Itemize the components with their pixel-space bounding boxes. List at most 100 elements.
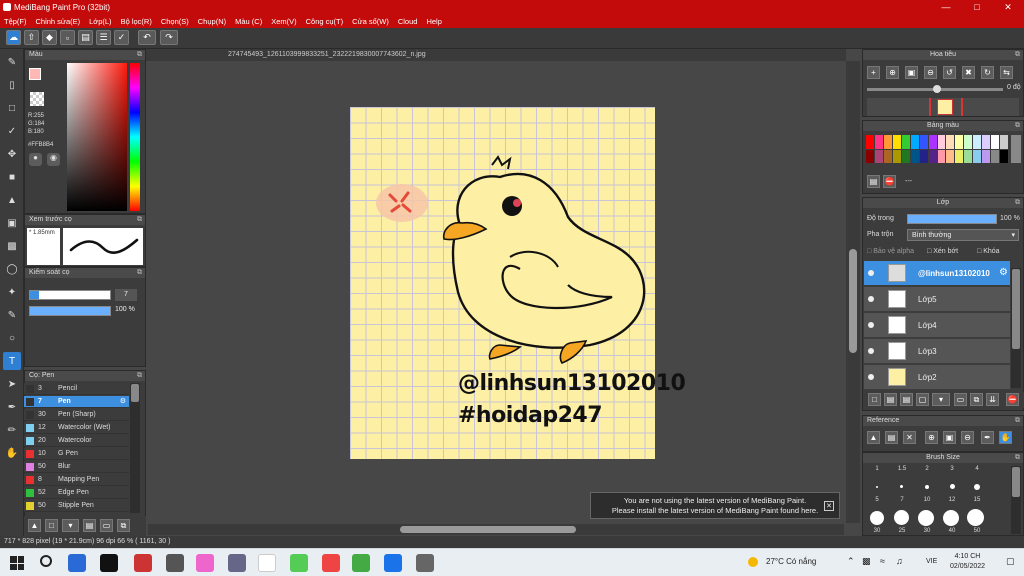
calculator-icon[interactable] (416, 554, 434, 572)
zoom-out-icon[interactable]: ⊖ (961, 431, 974, 444)
gradient-tool-icon[interactable]: ▣ (3, 214, 21, 232)
rotate-left-icon[interactable]: ↺ (943, 66, 956, 79)
popout-icon[interactable]: ⧉ (1015, 121, 1020, 131)
comment-icon[interactable]: ◆ (42, 30, 57, 45)
camera-icon[interactable] (228, 554, 246, 572)
vertical-scrollbar[interactable] (846, 61, 860, 523)
brush-item-pencil[interactable]: 3 Pencil (24, 383, 129, 395)
app-icon[interactable] (166, 554, 184, 572)
layer-row-2[interactable]: Lớp2 (864, 365, 1010, 390)
clipping-checkbox[interactable]: □ Xén bớt (927, 248, 958, 255)
color-picker-icon[interactable]: ◉ (47, 153, 60, 166)
redo-icon[interactable]: ↷ (160, 30, 178, 45)
layer-opacity-slider[interactable] (907, 214, 997, 224)
rotate-right-icon[interactable]: ↻ (981, 66, 994, 79)
menu-view[interactable]: Xem(V) (271, 17, 296, 26)
select-tool-icon[interactable]: ▩ (3, 237, 21, 255)
visibility-icon[interactable] (868, 296, 874, 302)
brush-item-watercolor-wet[interactable]: 12 Watercolor (Wet) (24, 422, 129, 434)
popout-icon[interactable]: ⧉ (1015, 453, 1020, 463)
brush-size-dot[interactable] (870, 511, 884, 525)
brush-size-dot[interactable] (967, 509, 984, 526)
clock[interactable]: 4:10 CH 02/05/2022 (950, 552, 985, 572)
app-icon[interactable] (290, 554, 308, 572)
blend-mode-select[interactable]: Bình thường ▾ (907, 229, 1019, 241)
open-reference-icon[interactable]: ▲ (867, 431, 880, 444)
brush-size-dot[interactable] (876, 486, 878, 488)
brush-size-scrollbar[interactable] (1011, 466, 1021, 534)
eraser-tool-icon[interactable]: ▯ (3, 76, 21, 94)
menu-snap[interactable]: Chụp(N) (198, 17, 226, 26)
brush-list-scrollbar[interactable] (130, 383, 140, 513)
app-icon[interactable] (68, 554, 86, 572)
folder-icon[interactable]: ▭ (100, 519, 113, 532)
pen-tool-icon[interactable]: ✓ (3, 122, 21, 140)
trash-icon[interactable]: ⛔ (883, 175, 896, 188)
drawing-canvas[interactable]: @linhsun13102010 #hoidap247 (350, 107, 686, 459)
snapshot-icon[interactable]: ▤ (885, 431, 898, 444)
brush-item-watercolor[interactable]: 20 Watercolor (24, 435, 129, 447)
fill-shape-icon[interactable]: ■ (3, 168, 21, 186)
menu-window[interactable]: Cửa sổ(W) (352, 17, 389, 26)
brush-size-dot[interactable] (900, 485, 903, 488)
popout-icon[interactable]: ⧉ (137, 268, 142, 278)
brush-menu-icon[interactable]: ▾ (62, 519, 79, 532)
fit-icon[interactable]: ▣ (943, 431, 956, 444)
app-icon[interactable] (196, 554, 214, 572)
lock-checkbox[interactable]: □ Khóa (977, 248, 1000, 255)
brush-item-mapping-pen[interactable]: 8 Mapping Pen (24, 474, 129, 486)
close-reference-icon[interactable]: ✕ (903, 431, 916, 444)
popout-icon[interactable]: ⧉ (1015, 198, 1020, 208)
visibility-icon[interactable] (868, 348, 874, 354)
page-icon[interactable]: ▤ (867, 175, 880, 188)
move-tool-icon[interactable]: ✥ (3, 145, 21, 163)
palette-scrollbar[interactable] (1011, 135, 1021, 163)
check-icon[interactable]: ✓ (114, 30, 129, 45)
new-brush-icon[interactable]: □ (45, 519, 58, 532)
brush-item-blur[interactable]: 50 Blur (24, 461, 129, 473)
protect-alpha-checkbox[interactable]: □ Bảo vệ alpha (867, 248, 914, 255)
palette-swatches[interactable] (866, 135, 1008, 163)
brush-tool-icon[interactable]: ✎ (3, 53, 21, 71)
system-tray-icon[interactable]: ⌃ (847, 556, 855, 567)
palette-icon[interactable]: ● (29, 153, 42, 166)
operation-tool-icon[interactable]: ➤ (3, 375, 21, 393)
layer-type-icon[interactable]: ▢ (916, 393, 929, 406)
document-tab[interactable]: 274745493_1261103999833251_2322219830007… (146, 49, 846, 61)
brush-opacity-slider[interactable] (29, 306, 111, 316)
popout-icon[interactable]: ⧉ (137, 371, 142, 381)
brush-size-value[interactable]: 7 (115, 289, 137, 301)
copy-icon[interactable]: ⧉ (117, 519, 130, 532)
zoom-in-icon[interactable]: ⊕ (925, 431, 938, 444)
layer-row-3[interactable]: Lớp3 (864, 339, 1010, 364)
gear-icon[interactable]: ⚙ (999, 267, 1008, 278)
search-icon[interactable] (40, 555, 52, 567)
layer-row-4[interactable]: Lớp4 (864, 313, 1010, 338)
zoom-out-icon[interactable]: ⊖ (924, 66, 937, 79)
page-icon[interactable]: ▤ (884, 393, 897, 406)
popout-icon[interactable]: ⧉ (137, 50, 142, 60)
magic-wand-icon[interactable]: ✦ (3, 283, 21, 301)
menu-select[interactable]: Chọn(S) (161, 17, 189, 26)
trash-icon[interactable]: ⛔ (1006, 393, 1019, 406)
menu-cloud[interactable]: Cloud (398, 17, 418, 26)
rotation-slider[interactable] (867, 85, 1003, 93)
gear-icon[interactable]: ⚙ (120, 396, 126, 408)
windows-start-icon[interactable] (10, 556, 24, 570)
transparent-swatch[interactable] (30, 92, 44, 106)
brush-size-dot[interactable] (925, 485, 929, 489)
text-tool-icon[interactable]: T (3, 352, 21, 370)
menu-file[interactable]: Tệp(F) (4, 17, 27, 26)
language-indicator[interactable]: VIE (926, 558, 937, 565)
weather-text[interactable]: 27°C Có nắng (766, 557, 816, 566)
layer-row-5[interactable]: Lớp5 (864, 287, 1010, 312)
divide-tool-icon[interactable]: ✏ (3, 421, 21, 439)
folder-icon[interactable]: ▭ (954, 393, 967, 406)
maximize-button[interactable]: □ (962, 0, 992, 14)
app-icon[interactable] (322, 554, 340, 572)
chrome-icon[interactable] (352, 554, 370, 572)
hand-icon[interactable]: ✋ (999, 431, 1012, 444)
menu-edit[interactable]: Chỉnh sửa(E) (36, 17, 81, 26)
flip-icon[interactable]: ⇆ (1000, 66, 1013, 79)
volume-icon[interactable]: ♫ (896, 556, 903, 566)
